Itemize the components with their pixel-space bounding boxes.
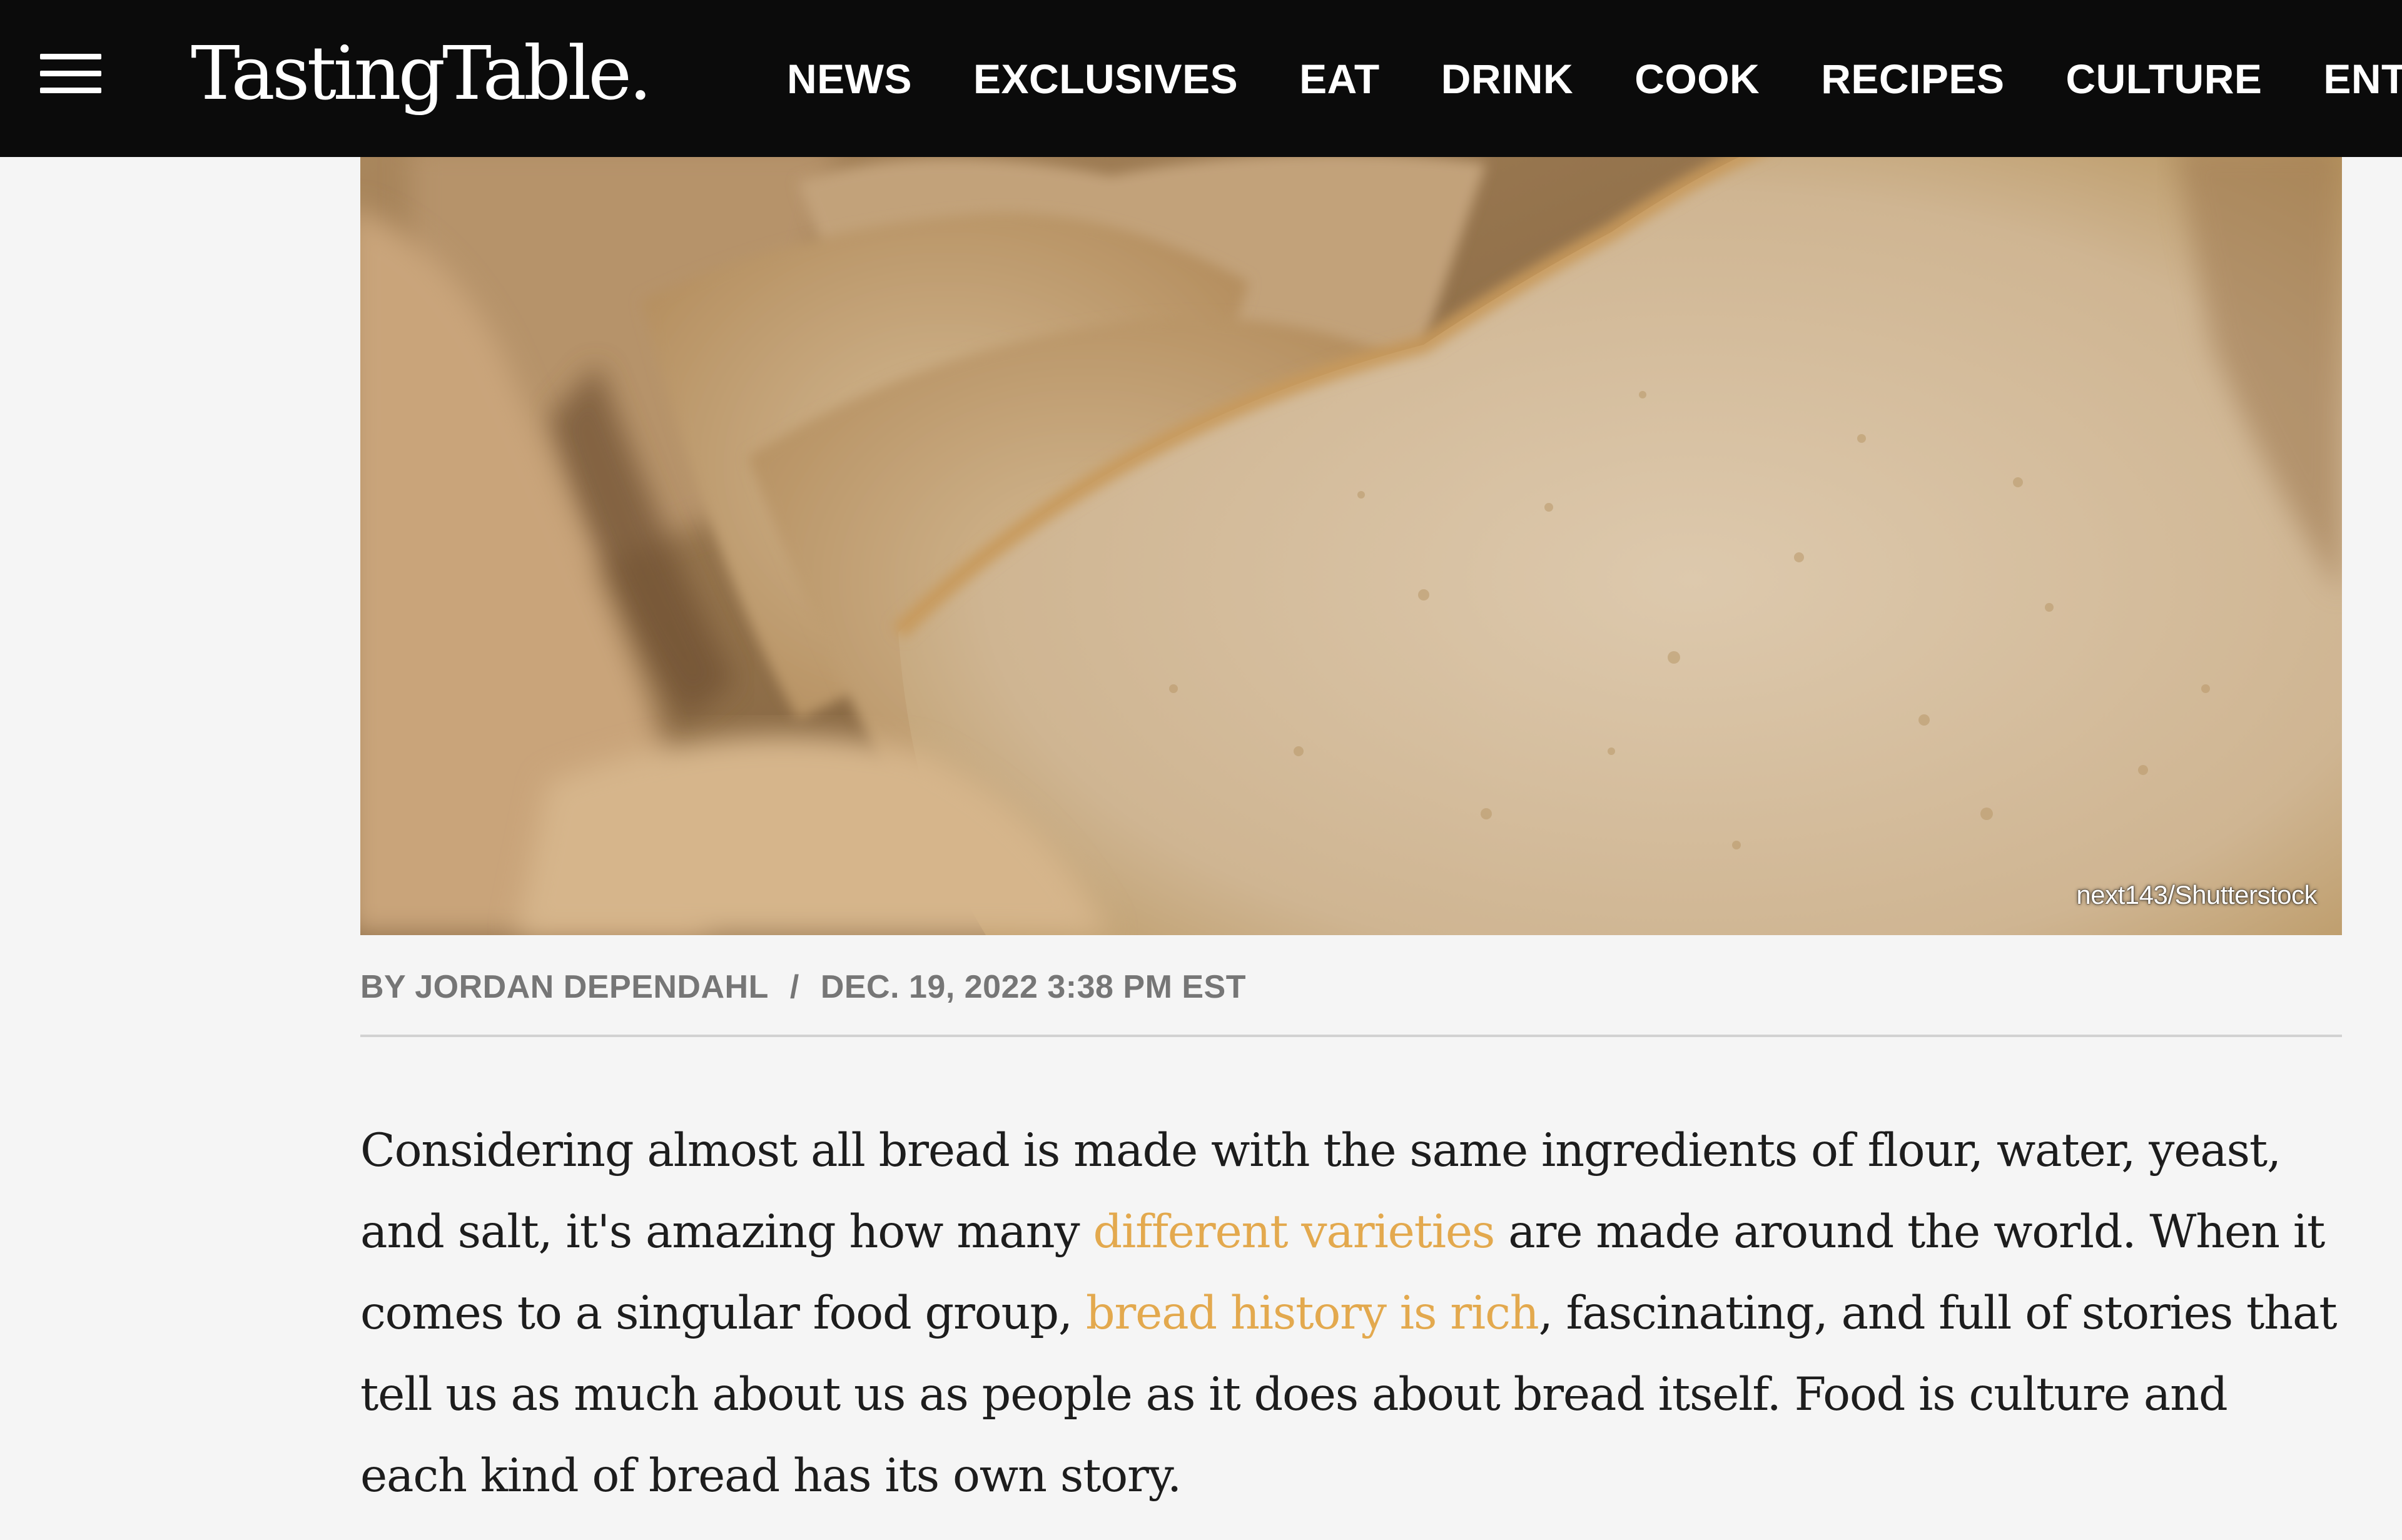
author-name[interactable]: BY JORDAN DEPENDAHL	[360, 968, 769, 1006]
site-logo[interactable]: TastingTable.	[191, 26, 652, 120]
nav-item-drink[interactable]: DRINK	[1441, 55, 1574, 103]
nav-item-cook[interactable]: COOK	[1634, 55, 1760, 103]
menu-icon[interactable]	[40, 54, 101, 93]
publish-date: DEC. 19, 2022 3:38 PM EST	[820, 969, 1246, 1005]
nav-item-recipes[interactable]: RECIPES	[1821, 55, 2004, 103]
link-bread-history[interactable]: bread history is rich	[1086, 1287, 1539, 1340]
article-byline: BY JORDAN DEPENDAHL / DEC. 19, 2022 3:38…	[360, 963, 2342, 1011]
photo-credit: next143/Shutterstock	[2076, 880, 2317, 909]
byline-divider	[360, 1035, 2342, 1037]
article-paragraph: Considering almost all bread is made wit…	[360, 1110, 2342, 1517]
nav-item-exclusives[interactable]: EXCLUSIVES	[973, 55, 1238, 103]
hero-image: next143/Shutterstock	[360, 157, 2342, 935]
link-different-varieties[interactable]: different varieties	[1093, 1205, 1495, 1259]
nav-item-eat[interactable]: EAT	[1299, 55, 1380, 103]
nav-item-news[interactable]: NEWS	[787, 55, 912, 103]
main-nav: NEWS EXCLUSIVES EAT DRINK COOK RECIPES C…	[787, 0, 2402, 157]
nav-item-culture[interactable]: CULTURE	[2065, 55, 2262, 103]
top-navigation-bar: TastingTable. NEWS EXCLUSIVES EAT DRINK …	[0, 0, 2402, 157]
nav-item-entertainment[interactable]: ENTERTA	[2323, 55, 2402, 103]
byline-separator: /	[789, 969, 799, 1005]
